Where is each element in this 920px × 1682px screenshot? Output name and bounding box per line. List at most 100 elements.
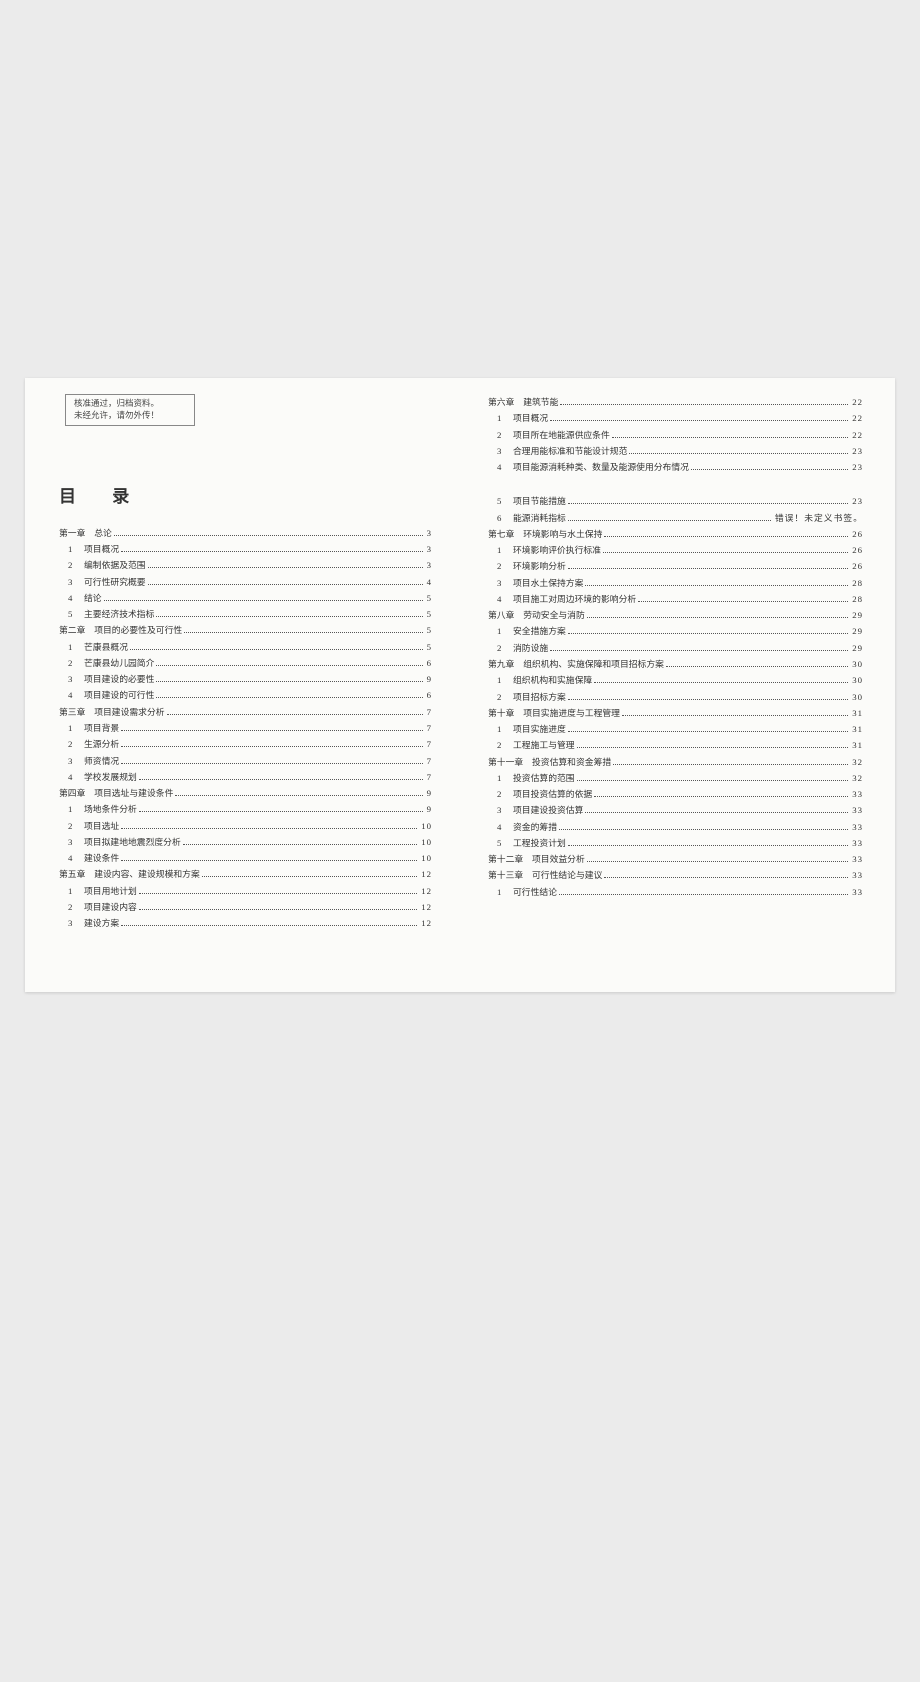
toc-entry-label: 项目拟建地地震烈度分析 <box>84 834 181 850</box>
toc-chapter-entry: 第一章 总论3 <box>59 525 432 541</box>
toc-entry-page: 12 <box>419 866 432 882</box>
toc-entry-page: 5 <box>425 639 432 655</box>
toc-entry-label: 项目实施进度 <box>513 721 566 737</box>
toc-chapter-entry: 第五章 建设内容、建设规模和方案12 <box>59 866 432 882</box>
toc-leader-dots <box>559 894 848 895</box>
toc-right-bottom: 5项目节能措施236能源消耗指标错误！未定义书签。第七章 环境影响与水土保持26… <box>488 493 863 900</box>
toc-leader-dots <box>613 764 848 765</box>
toc-leader-dots <box>183 844 417 845</box>
toc-leader-dots <box>587 617 848 618</box>
toc-leader-dots <box>139 909 417 910</box>
toc-entry-label: 项目概况 <box>513 410 548 426</box>
toc-entry-number: 5 <box>68 606 78 622</box>
toc-entry-page: 23 <box>850 459 863 475</box>
toc-entry-page: 29 <box>850 623 863 639</box>
toc-entry-number: 3 <box>68 574 78 590</box>
toc-entry-label: 师资情况 <box>84 753 119 769</box>
toc-entry-number: 2 <box>497 689 507 705</box>
toc-entry-label: 第二章 项目的必要性及可行性 <box>59 622 182 638</box>
toc-entry-number: 3 <box>68 834 78 850</box>
toc-entry-page: 33 <box>850 884 863 900</box>
toc-entry-number: 4 <box>497 819 507 835</box>
toc-sub-entry: 2项目所在地能源供应条件22 <box>488 427 863 443</box>
toc-entry-page: 22 <box>850 410 863 426</box>
toc-heading: 目 录 <box>59 482 432 507</box>
toc-leader-dots <box>167 714 423 715</box>
toc-sub-entry: 1环境影响评价执行标准26 <box>488 542 863 558</box>
toc-sub-entry: 1 项目用地计划 12 <box>59 883 432 899</box>
toc-sub-entry: 3师资情况7 <box>59 753 432 769</box>
toc-entry-page: 7 <box>425 736 432 752</box>
toc-chapter-entry: 第十二章 项目效益分析33 <box>488 851 863 867</box>
toc-entry-label: 项目节能措施 <box>513 493 566 509</box>
toc-chapter-entry: 第六章 建筑节能22 <box>488 394 863 410</box>
page-left: 核准通过，归档资料。 未经允许，请勿外传！ 目 录 第一章 总论31项目概况32… <box>25 378 460 992</box>
toc-chapter-entry: 第十三章 可行性结论与建议33 <box>488 867 863 883</box>
toc-entry-label: 项目施工对周边环境的影响分析 <box>513 591 636 607</box>
toc-sub-entry: 2项目建设内容12 <box>59 899 432 915</box>
toc-leader-dots <box>139 779 423 780</box>
toc-entry-number: 1 <box>68 541 78 557</box>
toc-entry-label: 环境影响分析 <box>513 558 566 574</box>
toc-entry-number: 4 <box>68 769 78 785</box>
toc-entry-label: 消防设施 <box>513 640 548 656</box>
toc-entry-number: 4 <box>68 687 78 703</box>
toc-entry-label: 投资估算的范围 <box>513 770 575 786</box>
toc-entry-label: 第九章 组织机构、实施保障和项目招标方案 <box>488 656 664 672</box>
toc-entry-number: 2 <box>497 786 507 802</box>
toc-entry-number: 1 <box>497 770 507 786</box>
toc-entry-label: 可行性结论 <box>513 884 557 900</box>
toc-chapter-entry: 第二章 项目的必要性及可行性5 <box>59 622 432 638</box>
toc-entry-label: 资金的筹措 <box>513 819 557 835</box>
toc-entry-number: 4 <box>68 850 78 866</box>
toc-sub-entry: 1组织机构和实施保障30 <box>488 672 863 688</box>
toc-sub-entry: 1投资估算的范围32 <box>488 770 863 786</box>
toc-entry-page: 7 <box>425 720 432 736</box>
toc-leader-dots <box>550 650 848 651</box>
toc-sub-entry: 5工程投资计划33 <box>488 835 863 851</box>
toc-entry-page: 3 <box>425 557 432 573</box>
toc-entry-page: 26 <box>850 542 863 558</box>
toc-leader-dots <box>121 746 422 747</box>
toc-entry-label: 组织机构和实施保障 <box>513 672 592 688</box>
toc-sub-entry: 2工程施工与管理31 <box>488 737 863 753</box>
toc-chapter-entry: 第八章 劳动安全与消防29 <box>488 607 863 623</box>
toc-sub-entry: 2环境影响分析26 <box>488 558 863 574</box>
toc-entry-page: 30 <box>850 689 863 705</box>
toc-entry-page: 6 <box>425 687 432 703</box>
toc-entry-label: 项目用地计划 <box>84 883 137 899</box>
toc-entry-page: 30 <box>850 656 863 672</box>
toc-sub-entry: 2项目投资估算的依据33 <box>488 786 863 802</box>
toc-sub-entry: 2芒康县幼儿园简介6 <box>59 655 432 671</box>
toc-leader-dots <box>666 666 848 667</box>
toc-entry-page: 33 <box>850 851 863 867</box>
toc-entry-page: 5 <box>425 606 432 622</box>
toc-right-top: 第六章 建筑节能221项目概况222项目所在地能源供应条件223合理用能标准和节… <box>488 394 863 475</box>
toc-entry-page: 12 <box>419 883 432 899</box>
toc-leader-dots <box>139 811 423 812</box>
toc-sub-entry: 1场地条件分析9 <box>59 801 432 817</box>
toc-entry-page: 10 <box>419 834 432 850</box>
toc-entry-page: 7 <box>425 769 432 785</box>
toc-leader-dots <box>121 860 417 861</box>
toc-leader-dots <box>568 568 848 569</box>
approval-notice: 核准通过，归档资料。 未经允许，请勿外传！ <box>65 394 195 426</box>
toc-entry-label: 项目选址 <box>84 818 119 834</box>
toc-leader-dots <box>612 437 848 438</box>
toc-leader-dots <box>121 551 422 552</box>
toc-entry-number: 1 <box>497 542 507 558</box>
toc-sub-entry: 4项目施工对周边环境的影响分析28 <box>488 591 863 607</box>
toc-entry-number: 1 <box>68 883 78 899</box>
toc-entry-number: 3 <box>497 575 507 591</box>
toc-leader-dots <box>550 420 848 421</box>
toc-leader-dots <box>603 552 848 553</box>
toc-entry-label: 项目概况 <box>84 541 119 557</box>
toc-chapter-entry: 第十一章 投资估算和资金筹措32 <box>488 754 863 770</box>
toc-entry-label: 第八章 劳动安全与消防 <box>488 607 585 623</box>
toc-entry-number: 1 <box>497 410 507 426</box>
toc-sub-entry: 1项目实施进度31 <box>488 721 863 737</box>
toc-left: 第一章 总论31项目概况32编制依据及范围33可行性研究概要44结论55主要经济… <box>59 525 432 932</box>
toc-entry-label: 项目建设的可行性 <box>84 687 154 703</box>
toc-entry-page: 33 <box>850 819 863 835</box>
toc-entry-label: 建设方案 <box>84 915 119 931</box>
